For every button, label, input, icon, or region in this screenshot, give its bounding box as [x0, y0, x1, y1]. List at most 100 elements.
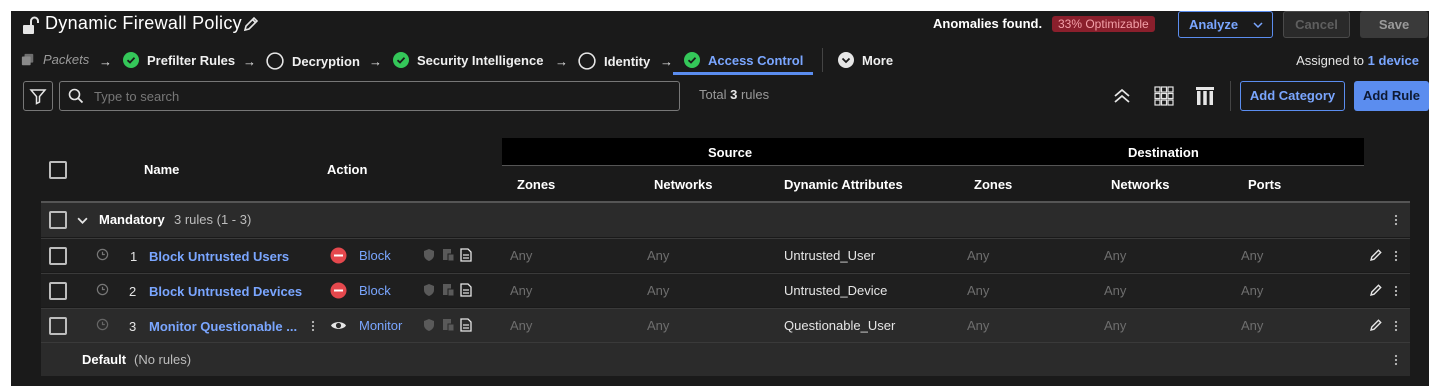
assigned-prefix: Assigned to [1296, 53, 1365, 68]
dst-networks-cell: Any [1104, 283, 1127, 298]
anomalies-badge[interactable]: 33% Optimizable [1052, 16, 1155, 32]
more-options-icon[interactable] [1393, 352, 1399, 368]
clock-icon [96, 318, 109, 331]
more-options-icon[interactable] [1393, 248, 1399, 264]
row-checkbox[interactable] [49, 317, 67, 335]
nav-item-access-control[interactable]: Access Control [684, 52, 803, 68]
column-header-ports[interactable]: Ports [1248, 177, 1281, 192]
table-row[interactable]: 1 Block Untrusted Users Block Any Any Un… [41, 238, 1410, 272]
nav-label: Identity [604, 53, 651, 69]
row-checkbox[interactable] [49, 247, 67, 265]
nav-arrow: → [660, 54, 673, 69]
category-count: (No rules) [134, 352, 192, 367]
row-checkbox[interactable] [49, 211, 67, 229]
nav-item-identity[interactable]: Identity [578, 52, 650, 70]
column-header-src-zones[interactable]: Zones [517, 177, 555, 192]
table-row[interactable]: 2 Block Untrusted Devices Block Any Any … [41, 273, 1410, 307]
save-button[interactable]: Save [1360, 11, 1428, 38]
column-header-dst-zones[interactable]: Zones [974, 177, 1012, 192]
analyze-button[interactable]: Analyze [1178, 11, 1273, 38]
chevron-down-icon[interactable] [77, 215, 88, 226]
check-circle-icon [684, 52, 700, 68]
eye-icon [331, 322, 346, 329]
category-name: Mandatory [99, 212, 165, 227]
page-title: Dynamic Firewall Policy [45, 13, 242, 33]
nav-arrow: → [369, 54, 382, 69]
shield-icon [424, 319, 434, 331]
dst-networks-cell: Any [1104, 318, 1127, 333]
category-count: 3 rules (1 - 3) [174, 212, 252, 227]
clock-icon [96, 248, 109, 261]
category-name: Default [82, 352, 127, 367]
column-header-src-networks[interactable]: Networks [654, 177, 713, 192]
select-all-checkbox[interactable] [49, 161, 67, 179]
more-options-icon[interactable] [1393, 318, 1399, 334]
dynamic-attribute-cell: Untrusted_User [784, 248, 876, 263]
destination-group-label: Destination [1128, 145, 1199, 160]
shield-icon [424, 249, 434, 261]
edit-icon[interactable] [1369, 318, 1383, 332]
more-options-icon[interactable] [1393, 212, 1399, 228]
category-row-default[interactable]: Default (No rules) [41, 342, 1410, 376]
nav-item-packets[interactable]: Packets [21, 52, 89, 67]
columns-icon[interactable] [1194, 85, 1216, 107]
add-rule-button[interactable]: Add Rule [1354, 81, 1429, 111]
nav-arrow: → [99, 54, 112, 69]
nav-label: Access Control [708, 52, 804, 68]
filter-button[interactable] [23, 81, 53, 111]
action-label: Block [359, 283, 391, 298]
divider [822, 48, 823, 72]
chevron-down-icon [1253, 22, 1263, 29]
column-header-name[interactable]: Name [144, 162, 179, 177]
unlock-icon [23, 16, 39, 34]
nav-item-prefilter-rules[interactable]: Prefilter Rules [123, 52, 235, 68]
ports-cell: Any [1241, 248, 1264, 263]
block-icon [330, 247, 347, 264]
file-policy-icon [443, 249, 455, 262]
row-checkbox[interactable] [49, 282, 67, 300]
edit-icon[interactable] [1369, 283, 1383, 297]
rule-action[interactable]: Block [330, 282, 391, 299]
policy-nav: Packets → Prefilter Rules → Decryption →… [11, 45, 1429, 75]
rule-action[interactable]: Block [330, 247, 391, 264]
rule-name[interactable]: Block Untrusted Devices [149, 284, 302, 299]
chevron-circle-icon [838, 52, 854, 68]
check-circle-icon [393, 52, 409, 68]
nav-item-decryption[interactable]: Decryption [266, 52, 360, 70]
add-category-button[interactable]: Add Category [1240, 81, 1345, 111]
analyze-label: Analyze [1189, 17, 1239, 32]
nav-item-more[interactable]: More [838, 52, 893, 68]
source-group-header: Source [502, 138, 938, 166]
cancel-button[interactable]: Cancel [1283, 11, 1350, 38]
rule-name[interactable]: Monitor Questionable ... [149, 319, 297, 334]
shield-icon [424, 284, 434, 296]
column-header-action[interactable]: Action [327, 162, 367, 177]
more-options-icon[interactable] [1393, 283, 1399, 299]
dst-zones-cell: Any [967, 318, 990, 333]
edit-title-icon[interactable] [242, 15, 260, 33]
nav-item-security-intelligence[interactable]: Security Intelligence [393, 52, 543, 68]
rule-action[interactable]: Monitor [330, 317, 402, 334]
log-document-icon [460, 248, 472, 262]
check-circle-icon [123, 52, 139, 68]
more-options-icon[interactable] [310, 318, 316, 334]
table-row[interactable]: 3 Monitor Questionable ... Monitor Any A… [41, 308, 1410, 342]
total-count: 3 [730, 87, 738, 102]
assigned-device-link[interactable]: 1 device [1368, 53, 1419, 68]
column-header-dst-networks[interactable]: Networks [1111, 177, 1170, 192]
rules-total: Total 3 rules [699, 87, 769, 102]
category-row-mandatory[interactable]: Mandatory 3 rules (1 - 3) [41, 203, 1410, 237]
rule-name[interactable]: Block Untrusted Users [149, 249, 289, 264]
packets-icon [21, 53, 34, 65]
clock-icon [96, 283, 109, 296]
destination-group-header: Destination [938, 138, 1364, 166]
edit-icon[interactable] [1369, 248, 1383, 262]
grid-view-icon[interactable] [1153, 85, 1175, 107]
total-suffix: rules [740, 87, 770, 102]
divider [1230, 81, 1231, 111]
search-input[interactable] [59, 81, 680, 111]
src-zones-cell: Any [510, 248, 533, 263]
rule-number: 2 [129, 284, 137, 299]
collapse-all-icon[interactable] [1111, 85, 1133, 107]
column-header-dynamic-attributes[interactable]: Dynamic Attributes [784, 177, 903, 192]
